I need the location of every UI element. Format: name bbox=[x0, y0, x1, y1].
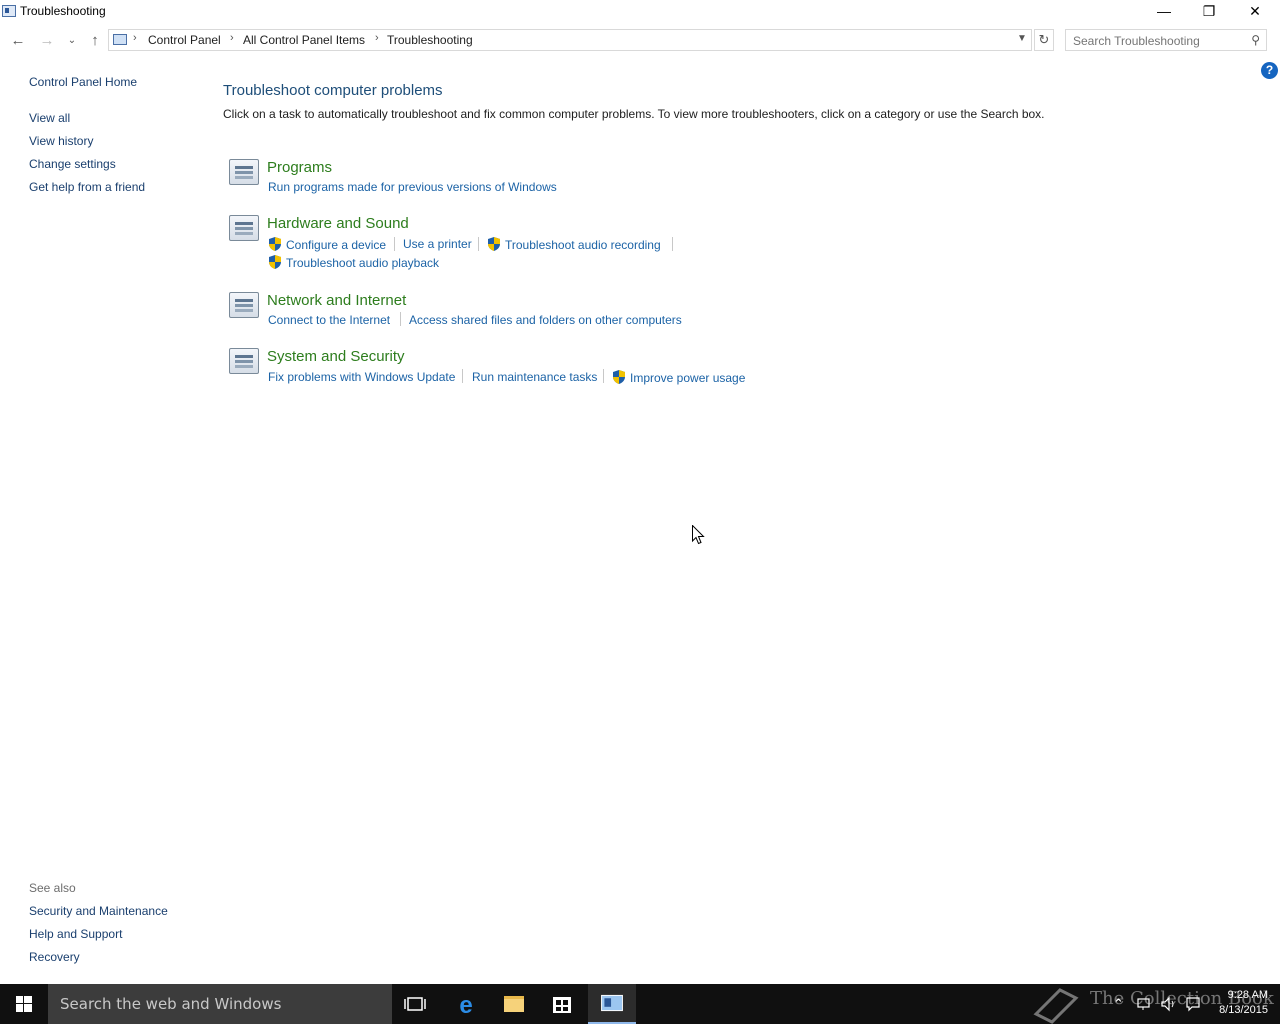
watermark-book-icon bbox=[1033, 988, 1079, 1024]
task-fix-windows-update[interactable]: Fix problems with Windows Update bbox=[268, 370, 455, 384]
forward-arrow-icon[interactable]: → bbox=[37, 31, 57, 51]
file-explorer-icon[interactable] bbox=[490, 984, 538, 1024]
task-connect-internet[interactable]: Connect to the Internet bbox=[268, 313, 390, 327]
nav-view-history[interactable]: View history bbox=[29, 134, 93, 148]
nav-change-settings[interactable]: Change settings bbox=[29, 157, 116, 171]
task-separator bbox=[672, 237, 673, 251]
title-bar: Troubleshooting — ❐ ✕ bbox=[0, 0, 1280, 24]
task-view-icon[interactable] bbox=[392, 984, 440, 1024]
task-separator bbox=[400, 312, 401, 326]
task-separator bbox=[394, 237, 395, 251]
breadcrumb-chevron-icon[interactable]: › bbox=[375, 32, 379, 44]
address-box[interactable]: › Control Panel › All Control Panel Item… bbox=[108, 29, 1032, 51]
see-also-recovery[interactable]: Recovery bbox=[29, 950, 80, 964]
breadcrumb-control-panel[interactable]: Control Panel bbox=[148, 33, 221, 47]
uac-shield-icon bbox=[613, 370, 625, 384]
task-improve-power-usage[interactable]: Improve power usage bbox=[630, 371, 745, 385]
task-troubleshoot-audio-playback[interactable]: Troubleshoot audio playback bbox=[286, 256, 439, 270]
windows-start-icon[interactable] bbox=[0, 984, 48, 1024]
see-also-label: See also bbox=[29, 881, 76, 895]
task-separator bbox=[478, 237, 479, 251]
page-description: Click on a task to automatically trouble… bbox=[223, 107, 1045, 121]
search-icon[interactable]: ⚲ bbox=[1251, 33, 1260, 47]
mouse-cursor-icon bbox=[692, 525, 705, 545]
page-title: Troubleshoot computer problems bbox=[223, 82, 443, 99]
task-troubleshoot-audio-recording[interactable]: Troubleshoot audio recording bbox=[505, 238, 661, 252]
control-panel-taskbar-icon[interactable] bbox=[588, 984, 636, 1024]
category-hardware-sound[interactable]: Hardware and Sound bbox=[267, 215, 409, 232]
maximize-button[interactable]: ❐ bbox=[1186, 0, 1232, 24]
svg-text:e: e bbox=[459, 992, 472, 1019]
back-arrow-icon[interactable]: ← bbox=[8, 31, 28, 51]
clock-time: 9:28 AM bbox=[1227, 989, 1268, 1001]
action-center-icon[interactable] bbox=[1185, 996, 1201, 1012]
show-hidden-icons-chevron-icon[interactable]: ⌃ bbox=[1113, 996, 1124, 1012]
network-internet-icon[interactable] bbox=[229, 292, 259, 318]
task-run-maintenance[interactable]: Run maintenance tasks bbox=[472, 370, 597, 384]
control-panel-icon bbox=[2, 5, 16, 17]
store-icon[interactable] bbox=[538, 984, 586, 1024]
uac-shield-icon bbox=[269, 237, 281, 251]
task-run-older-programs[interactable]: Run programs made for previous versions … bbox=[268, 180, 557, 194]
clock[interactable]: 9:28 AM 8/13/2015 bbox=[1200, 988, 1268, 1018]
up-arrow-icon[interactable]: ↑ bbox=[85, 31, 105, 51]
taskbar: Search the web and Windows e The Collect… bbox=[0, 984, 1280, 1024]
breadcrumb-chevron-icon[interactable]: › bbox=[230, 32, 234, 44]
help-icon[interactable]: ? bbox=[1261, 62, 1278, 79]
task-separator bbox=[462, 369, 463, 383]
search-field[interactable] bbox=[1071, 33, 1245, 49]
task-access-shared-files[interactable]: Access shared files and folders on other… bbox=[409, 313, 682, 327]
control-panel-icon bbox=[113, 34, 127, 45]
recent-locations-chevron-icon[interactable]: ⌄ bbox=[62, 31, 82, 51]
search-input[interactable]: ⚲ bbox=[1065, 29, 1267, 51]
taskbar-search-box[interactable]: Search the web and Windows bbox=[48, 984, 392, 1024]
nav-control-panel-home[interactable]: Control Panel Home bbox=[29, 75, 137, 89]
clock-date: 8/13/2015 bbox=[1219, 1004, 1268, 1016]
volume-icon[interactable] bbox=[1160, 996, 1178, 1012]
task-configure-device[interactable]: Configure a device bbox=[286, 238, 386, 252]
category-programs[interactable]: Programs bbox=[267, 159, 332, 176]
refresh-icon[interactable]: ↻ bbox=[1034, 29, 1054, 51]
nav-get-help-from-friend[interactable]: Get help from a friend bbox=[29, 180, 145, 194]
uac-shield-icon bbox=[269, 255, 281, 269]
see-also-help-support[interactable]: Help and Support bbox=[29, 927, 122, 941]
window-title: Troubleshooting bbox=[20, 4, 106, 18]
minimize-button[interactable]: — bbox=[1141, 0, 1187, 24]
breadcrumb-chevron-icon[interactable]: › bbox=[133, 32, 137, 44]
task-use-printer[interactable]: Use a printer bbox=[403, 237, 472, 251]
category-network-internet[interactable]: Network and Internet bbox=[267, 292, 406, 309]
taskbar-search-text: Search the web and Windows bbox=[60, 995, 282, 1013]
task-separator bbox=[603, 369, 604, 383]
programs-icon[interactable] bbox=[229, 159, 259, 185]
nav-view-all[interactable]: View all bbox=[29, 111, 70, 125]
category-system-security[interactable]: System and Security bbox=[267, 348, 405, 365]
hardware-sound-icon[interactable] bbox=[229, 215, 259, 241]
see-also-security-maintenance[interactable]: Security and Maintenance bbox=[29, 904, 168, 918]
close-button[interactable]: ✕ bbox=[1232, 0, 1278, 24]
uac-shield-icon bbox=[488, 237, 500, 251]
breadcrumb-troubleshooting[interactable]: Troubleshooting bbox=[387, 33, 473, 47]
system-security-icon[interactable] bbox=[229, 348, 259, 374]
edge-browser-icon[interactable]: e bbox=[442, 984, 490, 1024]
breadcrumb-all-items[interactable]: All Control Panel Items bbox=[243, 33, 365, 47]
network-icon[interactable] bbox=[1136, 996, 1152, 1012]
address-dropdown-icon[interactable]: ▼ bbox=[1017, 33, 1027, 44]
